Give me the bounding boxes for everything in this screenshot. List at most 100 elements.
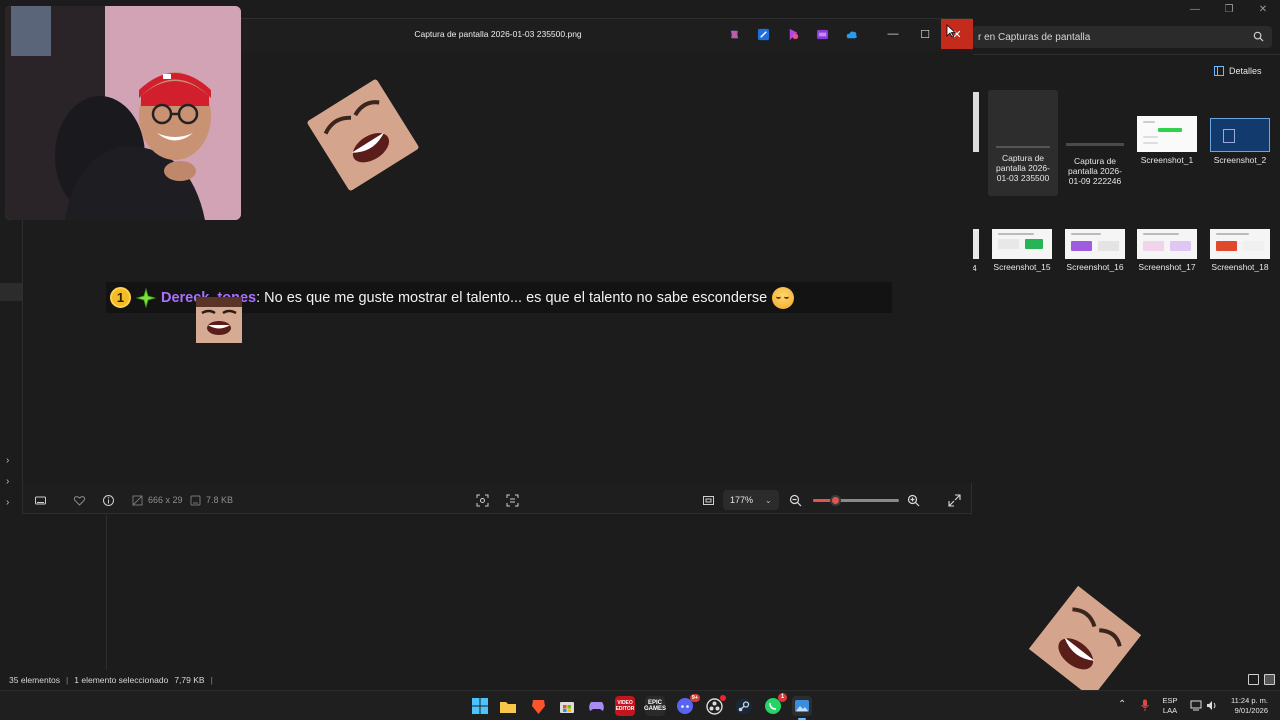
heart-icon — [73, 495, 86, 506]
scan-text-icon — [506, 494, 519, 506]
details-view-icon[interactable] — [1248, 674, 1259, 685]
status-separator: | — [210, 675, 213, 685]
thumbnail-item[interactable]: Screenshot_16 — [1060, 229, 1130, 272]
image-dimensions: 666 x 29 — [131, 492, 183, 508]
brave-lion-icon — [531, 699, 545, 714]
selection-size: 7,79 KB — [174, 675, 205, 685]
video-editor-logo-icon: VIDEO EDITOR — [615, 700, 635, 712]
mouse-cursor-icon — [946, 24, 956, 38]
thumbnail-item[interactable]: Screenshot_1 — [1132, 116, 1202, 165]
search-placeholder: r en Capturas de pantalla — [978, 31, 1091, 43]
obs-app[interactable] — [704, 695, 726, 716]
status-separator: | — [66, 675, 69, 685]
keyboard-language[interactable]: ESP LAA — [1158, 696, 1182, 716]
thumbnail-image — [992, 90, 1054, 150]
video-editor-app[interactable]: VIDEO EDITOR — [615, 696, 635, 716]
language-code: ESP — [1162, 696, 1178, 705]
partial-thumbnail[interactable] — [972, 92, 979, 152]
clock-time: 11:24 p. m. — [1231, 696, 1268, 705]
explorer-minimize-button[interactable]: — — [1178, 0, 1212, 18]
taskbar: VIDEO EDITOR EPIC GAMES 9+ 1 ⌃ ESP LAA 11:… — [0, 690, 1280, 720]
visual-search-button[interactable] — [476, 492, 489, 508]
webcam-overlay — [5, 6, 241, 220]
minimize-button[interactable]: — — [877, 19, 909, 49]
favorite-button[interactable] — [73, 492, 86, 508]
whatsapp-app[interactable]: 1 — [763, 693, 787, 716]
chat-text: : No es que me guste mostrar el talento.… — [256, 289, 768, 306]
file-info-button[interactable] — [102, 492, 115, 508]
thumbnail-label: Captura de pantalla 2026-01-03 235500 — [996, 153, 1050, 183]
zoom-out-button[interactable] — [789, 492, 802, 508]
epic-games-app[interactable]: EPIC GAMES — [644, 696, 667, 716]
thumbnail-label: Screenshot_18 — [1211, 262, 1269, 272]
details-pane-icon — [1214, 66, 1224, 76]
thumbnail-item[interactable]: Captura de pantalla 2026-01-09 222246 — [1060, 143, 1130, 186]
nav-pane-divider — [106, 515, 107, 670]
status-bar: 35 elementos | 1 elemento seleccionado 7… — [0, 672, 213, 688]
brave-browser-app[interactable] — [528, 696, 548, 716]
search-input[interactable]: r en Capturas de pantalla — [972, 26, 1272, 48]
folder-icon — [500, 701, 516, 713]
zoom-out-icon — [789, 494, 802, 506]
file-explorer-app[interactable] — [498, 696, 518, 716]
fullscreen-button[interactable] — [948, 492, 961, 508]
nav-pane-selected-item[interactable] — [0, 283, 22, 301]
game-app[interactable] — [586, 696, 606, 716]
windows-logo-icon — [472, 698, 488, 714]
thumbnail-item[interactable]: Screenshot_17 — [1132, 229, 1202, 272]
filesize-value: 7.8 KB — [206, 495, 234, 505]
partial-thumbnail[interactable] — [972, 229, 979, 259]
details-label: Detalles — [1229, 66, 1262, 76]
text-extract-button[interactable] — [506, 492, 519, 508]
designer-icon[interactable] — [787, 28, 800, 41]
layout-code: LAA — [1162, 706, 1178, 715]
store-bag-icon — [560, 702, 574, 713]
explorer-window-controls: — ❐ ✕ — [1178, 0, 1280, 18]
nav-pane-chevrons: › › › — [6, 455, 9, 508]
store-app[interactable] — [557, 696, 577, 716]
relieved-face-icon — [772, 286, 795, 309]
viewer-toolbar: 666 x 29 7.8 KB 177% ⌄ — [23, 485, 973, 515]
start-button[interactable] — [470, 696, 490, 716]
chevron-right-icon[interactable]: › — [6, 476, 9, 487]
network-icon[interactable] — [1190, 700, 1202, 711]
file-size-icon — [190, 495, 201, 505]
photos-app[interactable] — [792, 696, 812, 720]
laughing-face-sticker — [196, 297, 242, 343]
show-hidden-icons-button[interactable]: ⌃ — [1118, 699, 1126, 710]
badge-number-icon: 1 — [110, 287, 131, 308]
epic-games-logo-icon: EPIC GAMES — [644, 700, 667, 712]
zoom-level-dropdown[interactable]: 177% ⌄ — [723, 490, 779, 510]
search-icon — [1253, 31, 1264, 42]
filmstrip-icon — [35, 496, 46, 504]
fit-to-window-button[interactable] — [702, 492, 715, 508]
photos-icon — [795, 700, 809, 712]
discord-app[interactable]: 9+ — [675, 694, 700, 716]
edit-icon[interactable] — [757, 28, 770, 41]
thumbnail-item[interactable]: Screenshot_15 — [987, 229, 1057, 272]
onedrive-icon[interactable] — [845, 28, 858, 41]
maximize-button[interactable]: ☐ — [909, 19, 941, 49]
zoom-slider-thumb[interactable] — [830, 495, 842, 506]
clipchamp-icon[interactable] — [816, 28, 829, 41]
visual-search-icon — [476, 494, 489, 506]
clock[interactable]: 11:24 p. m. 9/01/2026 — [1216, 696, 1268, 716]
whatsapp-notification-badge: 1 — [778, 693, 787, 702]
chevron-right-icon[interactable]: › — [6, 497, 9, 508]
zoom-in-button[interactable] — [907, 492, 920, 508]
filmstrip-button[interactable] — [34, 492, 47, 508]
steam-app[interactable] — [733, 696, 753, 716]
thumbnail-item[interactable]: Screenshot_2 — [1205, 118, 1275, 165]
thumbnail-image — [1066, 143, 1124, 146]
thumbnail-item[interactable]: Screenshot_18 — [1205, 229, 1275, 272]
thumbnail-label: Screenshot_16 — [1066, 262, 1124, 272]
details-button[interactable]: Detalles — [1214, 62, 1262, 80]
chevron-right-icon[interactable]: › — [6, 455, 9, 466]
copilot-icon[interactable] — [728, 28, 741, 41]
explorer-close-button[interactable]: ✕ — [1246, 0, 1280, 18]
zoom-slider[interactable] — [813, 495, 899, 506]
thumbnail-item[interactable]: Captura de pantalla 2026-01-03 235500 — [988, 90, 1058, 196]
microphone-icon[interactable] — [1140, 699, 1150, 712]
explorer-maximize-button[interactable]: ❐ — [1212, 0, 1246, 18]
tiles-view-icon[interactable] — [1264, 674, 1275, 685]
